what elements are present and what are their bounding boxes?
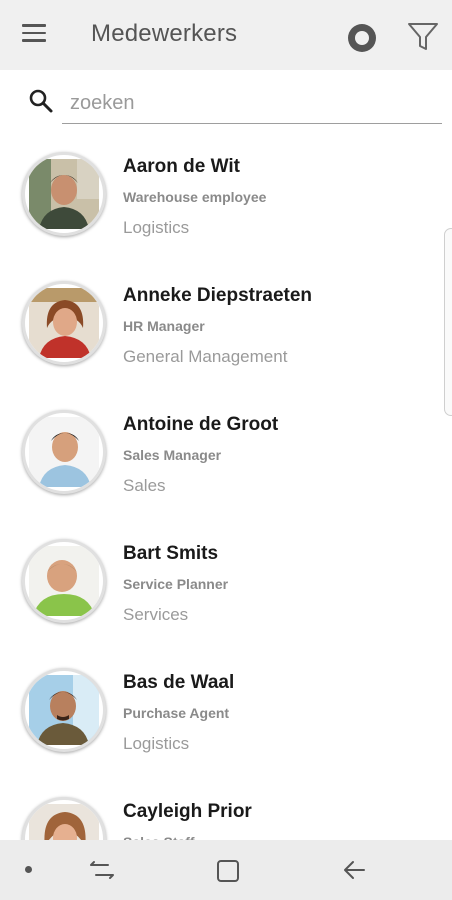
employee-department: General Management — [123, 347, 288, 366]
back-icon[interactable] — [340, 857, 368, 883]
search-icon — [29, 89, 53, 113]
avatar — [22, 281, 106, 365]
employee-department: Logistics — [123, 734, 190, 753]
list-item[interactable]: Anneke Diepstraeten HR Manager General M… — [0, 269, 452, 397]
list-item[interactable]: Aaron de Wit Warehouse employee Logistic… — [0, 140, 452, 268]
avatar — [22, 539, 106, 623]
avatar — [22, 410, 106, 494]
employee-name: Bas de Waal — [123, 672, 235, 693]
list-item[interactable]: Bart Smits Service Planner Services — [0, 527, 452, 655]
home-icon[interactable] — [216, 859, 240, 883]
scroll-handle[interactable] — [444, 228, 452, 416]
employee-name: Antoine de Groot — [123, 414, 279, 435]
avatar — [22, 797, 106, 840]
search-bar — [0, 72, 452, 134]
recent-apps-icon[interactable] — [88, 857, 116, 883]
employee-name: Aaron de Wit — [123, 156, 240, 177]
record-icon[interactable] — [346, 22, 378, 54]
employee-department: Logistics — [123, 218, 190, 237]
employee-name: Anneke Diepstraeten — [123, 285, 313, 306]
employee-list: Aaron de Wit Warehouse employee Logistic… — [0, 140, 452, 840]
app-bar: Medewerkers — [0, 0, 452, 70]
menu-icon[interactable] — [22, 24, 48, 46]
filter-icon[interactable] — [406, 20, 440, 54]
employee-department: Sales — [123, 476, 166, 495]
employee-name: Bart Smits — [123, 543, 219, 564]
employee-role: Service Planner — [123, 576, 229, 592]
employee-name: Cayleigh Prior — [123, 801, 252, 822]
page-title: Medewerkers — [91, 20, 238, 47]
system-nav-bar — [0, 840, 452, 900]
employee-role: Purchase Agent — [123, 705, 230, 721]
search-input[interactable] — [62, 84, 442, 124]
employee-role: HR Manager — [123, 318, 205, 334]
employee-role: Sales Manager — [123, 447, 222, 463]
avatar — [22, 668, 106, 752]
list-item[interactable]: Cayleigh Prior Sales Staff — [0, 785, 452, 840]
list-item[interactable]: Antoine de Groot Sales Manager Sales — [0, 398, 452, 526]
employee-role: Warehouse employee — [123, 189, 267, 205]
avatar — [22, 152, 106, 236]
employee-department: Services — [123, 605, 189, 624]
list-item[interactable]: Bas de Waal Purchase Agent Logistics — [0, 656, 452, 784]
nav-dot-icon — [25, 866, 32, 873]
